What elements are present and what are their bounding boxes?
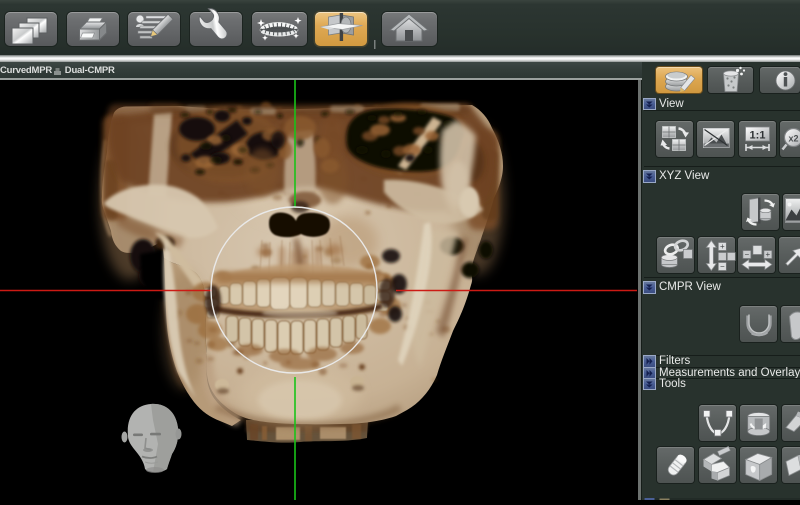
svg-text:−: − xyxy=(744,250,749,259)
svg-text:+: + xyxy=(765,250,770,259)
svg-text:1:1: 1:1 xyxy=(749,129,765,141)
svg-text:+: + xyxy=(719,242,724,251)
svg-text:x2: x2 xyxy=(788,133,798,143)
svg-text:−: − xyxy=(719,262,724,271)
